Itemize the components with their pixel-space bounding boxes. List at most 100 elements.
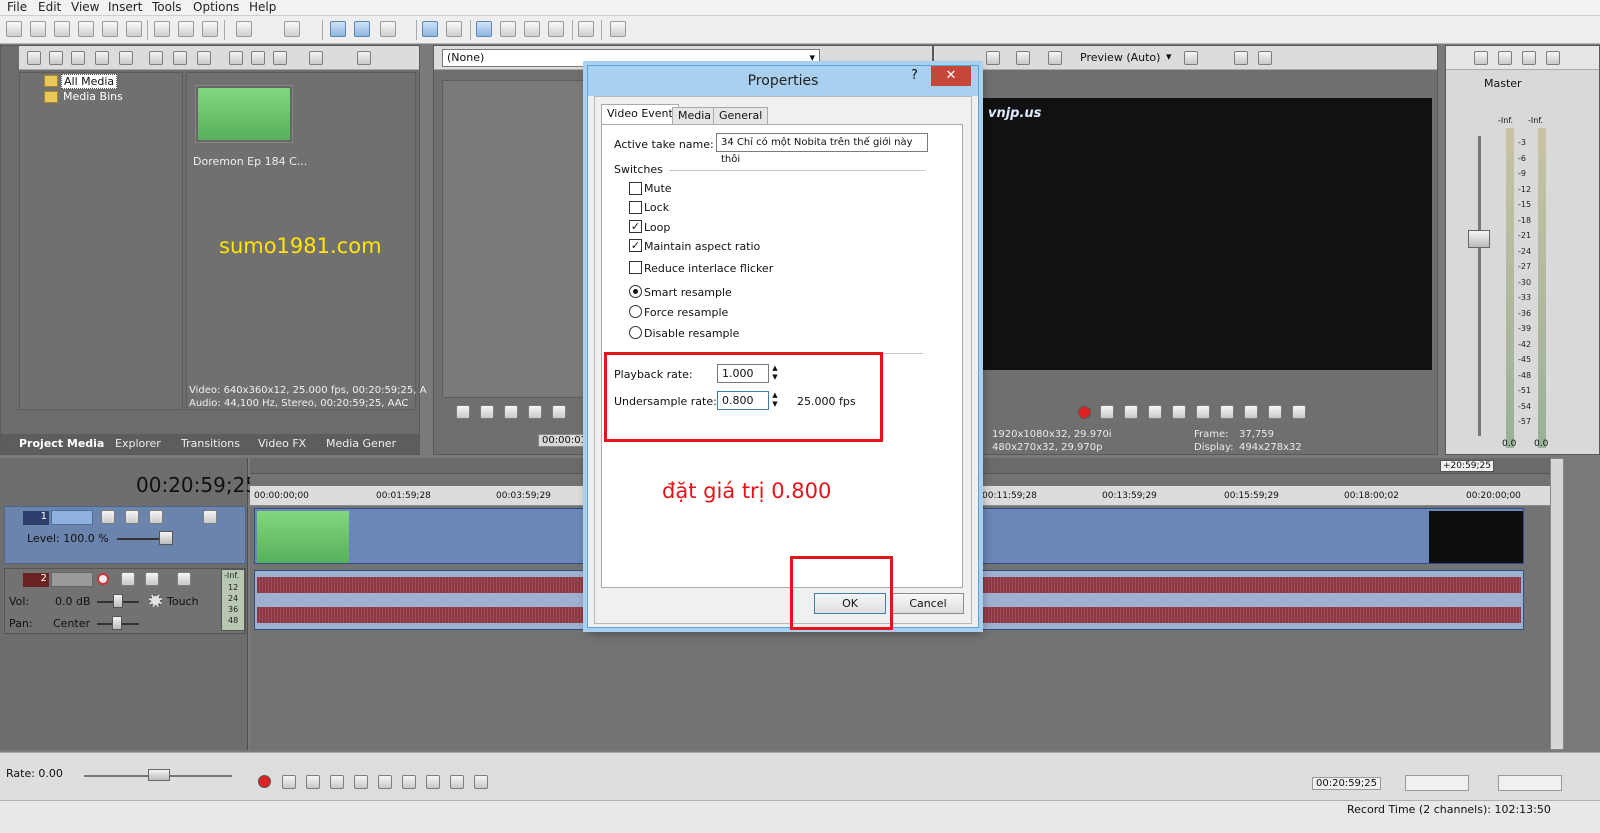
disable-resample-radio[interactable] [629, 326, 642, 339]
copy-icon[interactable] [178, 21, 194, 37]
video-fx-icon[interactable] [1048, 51, 1062, 65]
audio-vol-handle[interactable] [113, 594, 123, 608]
fast-forward-icon[interactable] [1292, 405, 1306, 419]
ignore-grouping-icon[interactable] [446, 21, 462, 37]
open-icon[interactable] [30, 21, 46, 37]
audio-mute-icon[interactable] [177, 572, 191, 586]
views-icon[interactable] [309, 51, 323, 65]
tab-explorer[interactable]: Explorer [115, 437, 161, 450]
refresh-icon[interactable] [95, 51, 109, 65]
audio-pan-handle[interactable] [112, 616, 122, 630]
loop-icon[interactable] [1100, 405, 1114, 419]
search-icon[interactable] [119, 51, 133, 65]
go-to-end-icon[interactable] [426, 775, 440, 789]
mixer-options-icon[interactable] [1546, 51, 1560, 65]
mute-icon[interactable] [203, 510, 217, 524]
video-level-handle[interactable] [159, 531, 173, 545]
effects-icon[interactable] [197, 51, 211, 65]
zoom-tool-icon[interactable] [548, 21, 564, 37]
tab-media[interactable]: Media [672, 107, 718, 125]
audio-track-name-field[interactable] [51, 572, 93, 587]
cut-icon[interactable] [154, 21, 170, 37]
remove-icon[interactable] [149, 51, 163, 65]
cancel-button[interactable]: Cancel [892, 593, 964, 614]
render-icon[interactable] [102, 21, 118, 37]
automation-gear-icon[interactable] [149, 594, 162, 607]
save-snapshot-icon[interactable] [1258, 51, 1272, 65]
loop-icon[interactable] [456, 405, 470, 419]
media-properties-icon[interactable] [173, 51, 187, 65]
whats-this-help-icon[interactable] [610, 21, 626, 37]
rewind-icon[interactable] [1268, 405, 1282, 419]
external-monitor-icon[interactable] [1016, 51, 1030, 65]
redo-icon[interactable] [284, 21, 300, 37]
dim-output-icon[interactable] [1522, 51, 1536, 65]
next-frame-icon[interactable] [474, 775, 488, 789]
import-media-icon[interactable] [27, 51, 41, 65]
preview-properties-icon[interactable] [986, 51, 1000, 65]
record-icon[interactable] [1078, 406, 1091, 419]
audio-track-fx-icon[interactable] [145, 572, 159, 586]
reduce-flicker-checkbox[interactable] [629, 261, 642, 274]
stop-icon[interactable] [251, 51, 265, 65]
pause-icon[interactable] [528, 405, 542, 419]
menu-file[interactable]: File [7, 0, 27, 14]
tree-item-media-bins[interactable]: Media Bins [63, 90, 123, 103]
force-resample-radio[interactable] [629, 305, 642, 318]
tab-transitions[interactable]: Transitions [181, 437, 240, 450]
insert-bus-icon[interactable] [1474, 51, 1488, 65]
menu-insert[interactable]: Insert [108, 0, 142, 14]
maintain-aspect-checkbox[interactable]: ✓ [629, 239, 642, 252]
menu-options[interactable]: Options [193, 0, 239, 14]
active-take-field[interactable]: 34 Chỉ có một Nobita trên thế giới này t… [716, 133, 928, 165]
tab-general[interactable]: General [713, 107, 769, 125]
play-icon[interactable] [504, 405, 518, 419]
stop-icon[interactable] [1196, 405, 1210, 419]
clip-thumbnail[interactable] [195, 85, 293, 143]
play-from-start-icon[interactable] [306, 775, 320, 789]
new-project-icon[interactable] [6, 21, 22, 37]
vertical-scrollbar[interactable] [1550, 458, 1564, 750]
enable-snapping-icon[interactable] [330, 21, 346, 37]
loop-icon[interactable] [282, 775, 296, 789]
auto-preview-icon[interactable] [273, 51, 287, 65]
go-to-start-icon[interactable] [402, 775, 416, 789]
record-icon[interactable] [258, 775, 271, 788]
video-track-name-field[interactable] [51, 510, 93, 525]
downmix-icon[interactable] [1498, 51, 1512, 65]
previous-frame-icon[interactable] [1220, 405, 1234, 419]
arm-record-icon[interactable] [97, 573, 109, 585]
invert-phase-icon[interactable] [121, 572, 135, 586]
stop-icon[interactable] [378, 775, 392, 789]
dialog-help-button[interactable]: ? [911, 68, 918, 83]
pause-icon[interactable] [1172, 405, 1186, 419]
pause-icon[interactable] [354, 775, 368, 789]
tab-video-event[interactable]: Video Event [601, 104, 679, 125]
lock-checkbox[interactable] [629, 201, 642, 214]
next-frame-icon[interactable] [1244, 405, 1258, 419]
play-icon[interactable] [1148, 405, 1162, 419]
tab-media-generators[interactable]: Media Gener [326, 437, 396, 450]
menu-edit[interactable]: Edit [38, 0, 61, 14]
get-media-web-icon[interactable] [71, 51, 85, 65]
previous-frame-icon[interactable] [450, 775, 464, 789]
smart-resample-radio[interactable] [629, 285, 642, 298]
lock-envelopes-icon[interactable] [422, 21, 438, 37]
play-icon[interactable] [229, 51, 243, 65]
ripple-edit-icon[interactable] [380, 21, 396, 37]
preview-quality-dropdown[interactable]: Preview (Auto) [1080, 51, 1160, 64]
copy-snapshot-icon[interactable] [1234, 51, 1248, 65]
rate-slider-handle[interactable] [148, 769, 170, 781]
play-icon[interactable] [330, 775, 344, 789]
automation-mode[interactable]: Touch [167, 595, 199, 608]
track-motion-icon[interactable] [101, 510, 115, 524]
mute-checkbox[interactable] [629, 182, 642, 195]
paste-icon[interactable] [202, 21, 218, 37]
tree-item-all-media[interactable]: All Media [61, 74, 118, 89]
loop-checkbox[interactable]: ✓ [629, 220, 642, 233]
bypass-motion-blur-icon[interactable] [125, 510, 139, 524]
zoom-icon[interactable] [357, 51, 371, 65]
play-from-start-icon[interactable] [1124, 405, 1138, 419]
capture-video-icon[interactable] [49, 51, 63, 65]
dialog-close-button[interactable]: ✕ [931, 66, 971, 86]
